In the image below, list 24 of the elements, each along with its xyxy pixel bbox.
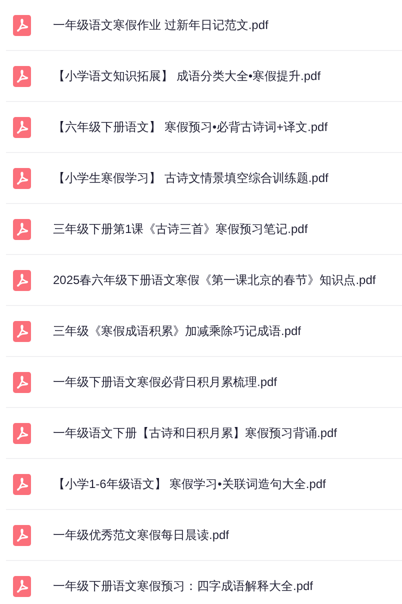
pdf-file-icon [13,66,31,86]
file-name[interactable]: 【小学语文知识拓展】 成语分类大全•寒假提升.pdf [53,68,321,84]
file-name[interactable]: 一年级优秀范文寒假每日晨读.pdf [53,526,230,544]
pdf-file-icon [13,372,31,392]
file-name[interactable]: 三年级《寒假成语积累》加减乘除巧记成语.pdf [53,322,302,340]
file-name[interactable]: 一年级语文寒假作业 过新年日记范文.pdf [53,16,268,34]
pdf-file-icon [13,270,31,290]
file-name[interactable]: 一年级下册语文寒假必背日积月累梳理.pdf [53,374,278,390]
pdf-file-icon [13,116,31,138]
pdf-file-icon [13,218,31,240]
file-name[interactable]: 三年级下册第1课《古诗三首》寒假预习笔记.pdf [53,220,308,238]
pdf-file-icon [13,474,31,494]
file-name[interactable]: 【小学1-6年级语文】 寒假学习•关联词造句大全.pdf [53,476,326,492]
file-name[interactable]: 一年级下册语文寒假预习：四字成语解释大全.pdf [53,578,314,594]
pdf-file-icon [13,524,31,546]
pdf-file-icon [13,576,31,596]
file-name[interactable]: 2025春六年级下册语文寒假《第一课北京的春节》知识点.pdf [53,272,376,288]
pdf-file-icon [13,14,31,36]
pdf-file-icon [13,422,31,444]
pdf-file-icon [13,320,31,342]
file-name[interactable]: 一年级语文下册【古诗和日积月累】寒假预习背诵.pdf [53,424,338,442]
pdf-file-icon [13,168,31,188]
file-name[interactable]: 【六年级下册语文】 寒假预习•必背古诗词+译文.pdf [53,118,328,136]
file-name[interactable]: 【小学生寒假学习】 古诗文情景填空综合训练题.pdf [53,170,328,186]
